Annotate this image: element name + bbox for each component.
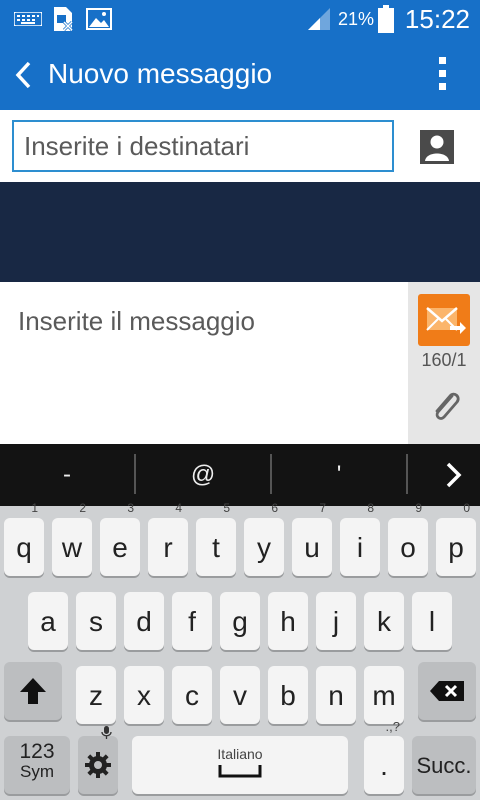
key-d[interactable]: d [124, 592, 164, 650]
key-q[interactable]: 1q [4, 501, 44, 576]
char-counter: 160/1 [421, 350, 467, 370]
sim-card-icon [54, 7, 74, 32]
key-s[interactable]: s [76, 592, 116, 650]
key-hint: 0 [463, 501, 470, 515]
battery-icon [378, 5, 394, 33]
suggestion-bar: - @ ' [0, 444, 480, 506]
key-r[interactable]: 4r [148, 501, 188, 576]
status-bar: 21% 15:22 [0, 0, 480, 38]
key-c[interactable]: c [172, 666, 212, 724]
battery-percent: 21% [337, 9, 374, 29]
overflow-menu-icon[interactable] [438, 56, 448, 92]
settings-key[interactable] [78, 726, 118, 794]
recipients-row [0, 110, 480, 182]
gear-icon [85, 752, 111, 778]
message-input[interactable]: Inserite il messaggio [18, 306, 255, 337]
image-icon [86, 8, 112, 30]
key-g[interactable]: g [220, 592, 260, 650]
key-y[interactable]: 6y [244, 501, 284, 576]
backspace-icon [430, 681, 464, 701]
shift-arrow-icon [20, 678, 46, 704]
conversation-area [0, 182, 480, 282]
backspace-key[interactable] [418, 662, 476, 720]
contact-picker-icon[interactable] [420, 130, 454, 164]
key-x[interactable]: x [124, 666, 164, 724]
action-bar: Nuovo messaggio [0, 38, 480, 110]
recipients-input[interactable] [12, 120, 394, 172]
key-i[interactable]: 8i [340, 501, 380, 576]
send-envelope-icon [426, 307, 466, 334]
key-t[interactable]: 5t [196, 501, 236, 576]
message-composer: Inserite il messaggio 160/1 [0, 282, 480, 444]
key-z[interactable]: z [76, 666, 116, 724]
key-hint: 9 [415, 501, 422, 515]
key-f[interactable]: f [172, 592, 212, 650]
key-n[interactable]: n [316, 666, 356, 724]
key-hint: .,? [385, 719, 400, 734]
key-hint: 5 [223, 501, 230, 515]
next-key[interactable]: Succ. [412, 736, 476, 794]
chevron-right-icon[interactable] [440, 460, 466, 490]
key-o[interactable]: 9o [388, 501, 428, 576]
key-b[interactable]: b [268, 666, 308, 724]
period-key[interactable]: .,? . [364, 720, 404, 794]
key-j[interactable]: j [316, 592, 356, 650]
clock: 15:22 [404, 4, 470, 34]
microphone-icon [101, 726, 112, 739]
symbols-key[interactable]: 123 Sym [4, 736, 70, 794]
key-hint: 3 [127, 501, 134, 515]
key-p[interactable]: 0p [436, 501, 476, 576]
key-hint: 1 [31, 501, 38, 515]
key-a[interactable]: a [28, 592, 68, 650]
page-title: Nuovo messaggio [48, 58, 273, 89]
back-arrow-icon[interactable] [12, 60, 34, 90]
key-h[interactable]: h [268, 592, 308, 650]
send-button[interactable] [418, 294, 470, 346]
paperclip-icon[interactable] [428, 388, 462, 426]
space-key[interactable]: Italiano [132, 736, 348, 794]
key-k[interactable]: k [364, 592, 404, 650]
key-hint: 8 [367, 501, 374, 515]
shift-key[interactable] [4, 662, 62, 720]
divider [406, 454, 408, 494]
suggestion-item[interactable]: @ [136, 444, 270, 506]
key-m[interactable]: m [364, 666, 404, 724]
keyboard-icon [14, 12, 42, 26]
screen: 21% 15:22 Nuovo messaggio Inserite il me… [0, 0, 480, 800]
composer-actions: 160/1 [408, 282, 480, 444]
key-w[interactable]: 2w [52, 501, 92, 576]
key-v[interactable]: v [220, 666, 260, 724]
key-hint: 7 [319, 501, 326, 515]
key-hint: 4 [175, 501, 182, 515]
key-hint: 2 [79, 501, 86, 515]
key-hint: 6 [271, 501, 278, 515]
keyboard: 1q 2w 3e 4r 5t 6y 7u 8i 9o 0p a s d f g … [0, 501, 480, 800]
space-bar-icon [218, 765, 262, 778]
signal-icon [308, 8, 330, 30]
key-u[interactable]: 7u [292, 501, 332, 576]
suggestion-item[interactable]: ' [272, 444, 406, 506]
key-e[interactable]: 3e [100, 501, 140, 576]
suggestion-item[interactable]: - [0, 444, 134, 506]
key-l[interactable]: l [412, 592, 452, 650]
